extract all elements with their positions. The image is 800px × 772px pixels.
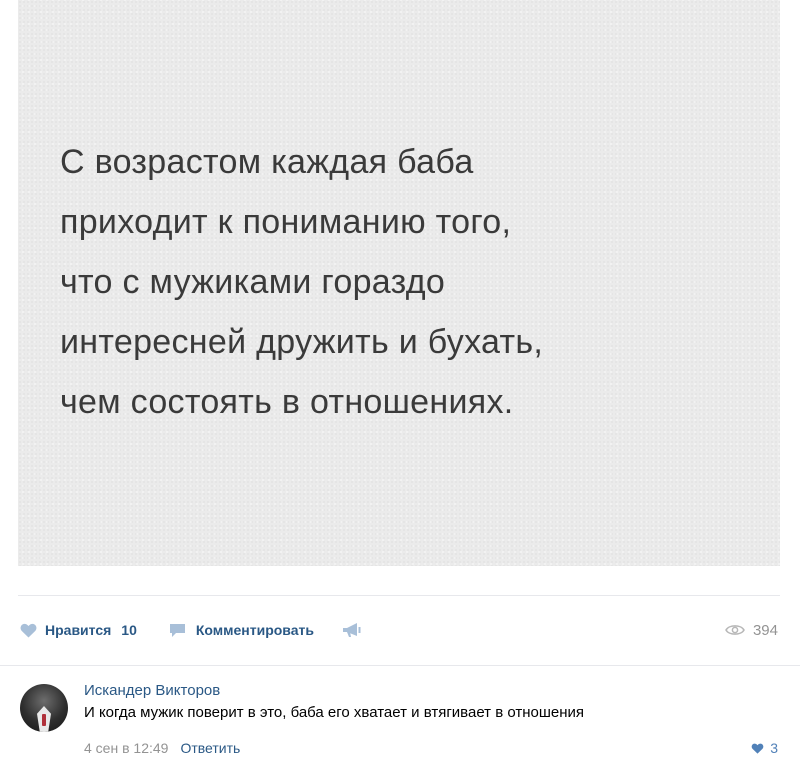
post-actions-bar: Нравится 10 Комментировать [20, 618, 362, 642]
speech-bubble-icon [169, 623, 186, 638]
views-count: 394 [752, 621, 778, 639]
quote-line: приходит к пониманию того, [60, 203, 512, 241]
comment-author-link[interactable]: Искандер Викторов [84, 682, 220, 699]
comment-meta: 4 сен в 12:49 Ответить [84, 740, 240, 756]
like-count: 10 [121, 622, 137, 638]
eye-icon [725, 624, 745, 636]
divider [18, 595, 780, 596]
like-label: Нравится [45, 622, 112, 638]
quote-line: чем состоять в отношениях. [60, 383, 514, 421]
post-quote-text: С возрастом каждая баба приходит к поним… [60, 132, 760, 432]
comment-label: Комментировать [195, 622, 314, 638]
quote-line: что с мужиками гораздо [60, 263, 446, 301]
comment-like-count: 3 [770, 740, 778, 756]
quote-line: С возрастом каждая баба [60, 143, 474, 181]
comment-button[interactable]: Комментировать [169, 622, 314, 638]
quote-line: интересней дружить и бухать, [60, 323, 544, 361]
views-counter: 394 [725, 618, 778, 642]
comment-date[interactable]: 4 сен в 12:49 [84, 740, 168, 756]
divider [0, 665, 800, 666]
comment: Искандер Викторов И когда мужик поверит … [20, 682, 782, 767]
comment-like-button[interactable]: 3 [751, 740, 778, 756]
heart-icon [20, 623, 37, 638]
megaphone-icon [342, 622, 362, 638]
post-image[interactable]: С возрастом каждая баба приходит к поним… [18, 0, 780, 566]
avatar[interactable] [20, 684, 68, 732]
reply-button[interactable]: Ответить [180, 740, 240, 756]
share-button[interactable] [342, 622, 362, 638]
comment-text: И когда мужик поверит в это, баба его хв… [84, 704, 585, 721]
like-button[interactable]: Нравится 10 [20, 622, 137, 638]
heart-icon [751, 743, 764, 754]
